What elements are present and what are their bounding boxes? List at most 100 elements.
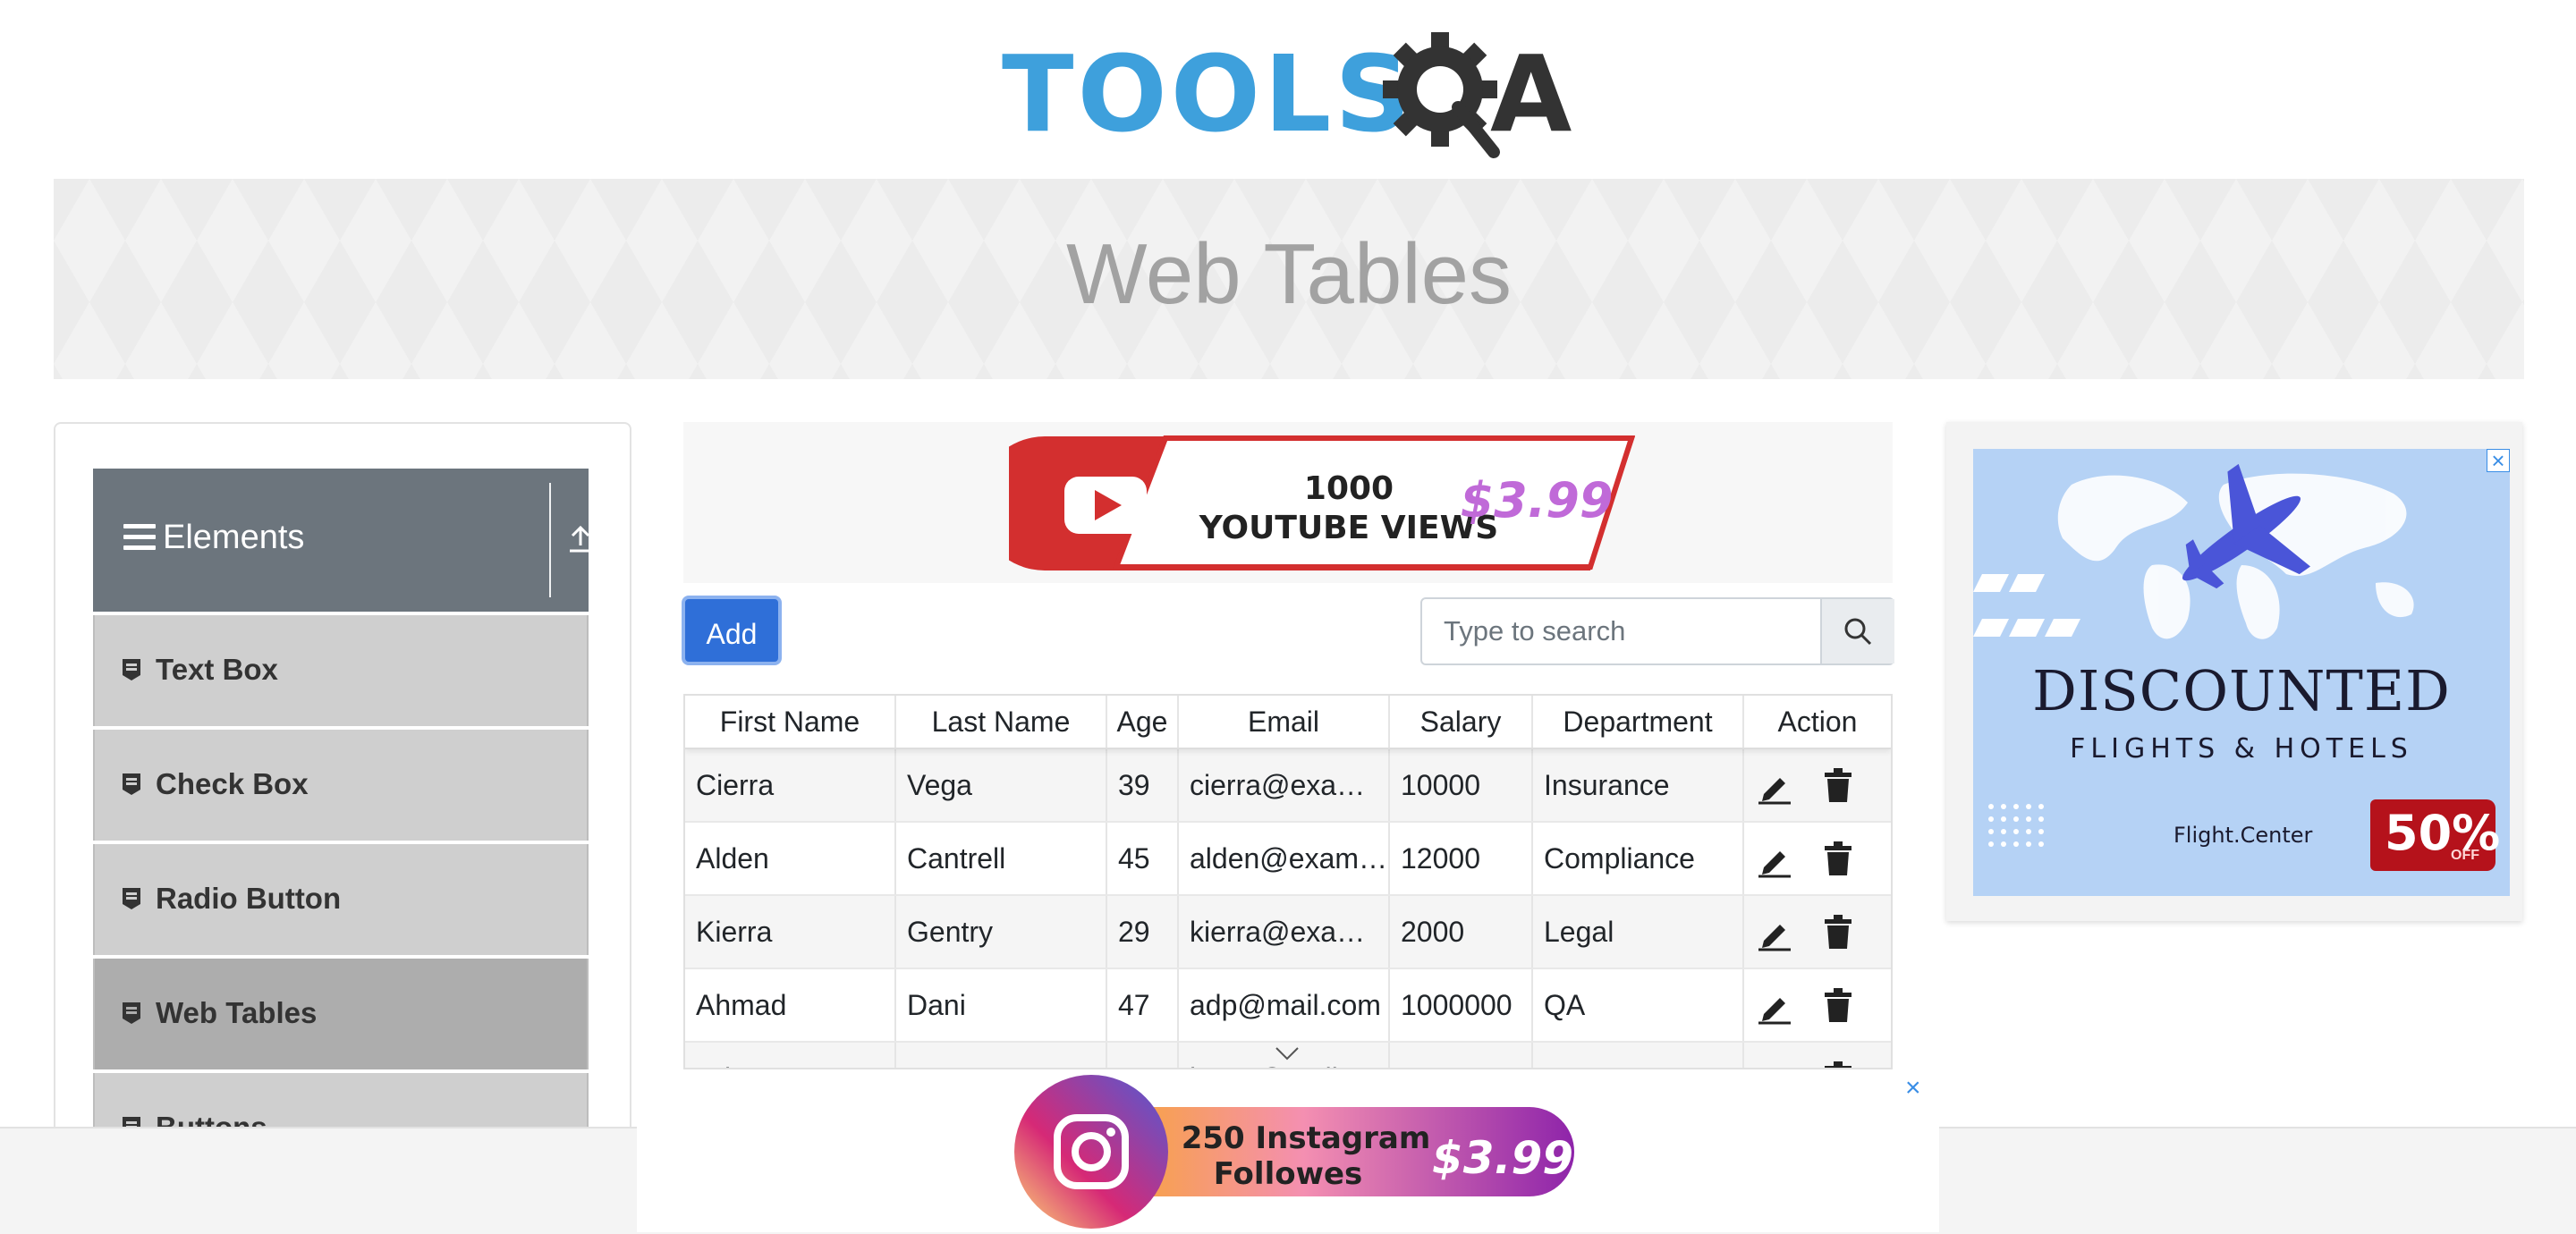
column-header-last-name[interactable]: Last Name	[896, 696, 1107, 748]
column-header-department[interactable]: Department	[1533, 696, 1744, 748]
sidebar-item-web-tables[interactable]: Web Tables	[93, 959, 589, 1069]
cell-last-name: Gentry	[896, 896, 1107, 968]
edit-pencil-icon[interactable]	[1757, 842, 1792, 878]
cell-first-name: Alden	[685, 823, 896, 894]
youtube-views-ad[interactable]: 1000 YOUTUBE VIEWS $3.99	[1009, 427, 1653, 581]
column-header-action[interactable]: Action	[1744, 696, 1891, 748]
cell-age: 29	[1107, 896, 1179, 968]
cell-last-name: Cantrell	[896, 823, 1107, 894]
close-icon[interactable]: ×	[1905, 1073, 1921, 1103]
document-icon	[123, 1002, 140, 1024]
table-row: AldenCantrell45alden@example.com12000Com…	[685, 823, 1891, 896]
sidebar-item-label: Radio Button	[156, 882, 342, 915]
logo-suffix: A	[1490, 32, 1572, 156]
cell-department: Insurance	[1533, 749, 1744, 821]
column-header-age[interactable]: Age	[1107, 696, 1179, 748]
ad-line1: 1000	[1304, 470, 1394, 507]
cell-last-name: Vega	[896, 749, 1107, 821]
cell-department: Legal	[1533, 896, 1744, 968]
delete-trash-icon[interactable]	[1823, 987, 1853, 1023]
cell-action	[1744, 1043, 1891, 1069]
toolsqa-logo[interactable]: TOOLS A	[1002, 25, 1583, 168]
delete-trash-icon[interactable]	[1823, 1061, 1853, 1069]
close-icon[interactable]: ×	[2487, 449, 2510, 472]
edit-pencil-icon[interactable]	[1757, 769, 1792, 805]
logo-text: TOOLS	[1002, 32, 1415, 156]
cell-last-name: Lasso	[896, 1043, 1107, 1068]
sidebar: Elements Text Box Check Box Radio Button…	[54, 422, 631, 1184]
cell-department: Compliance	[1533, 823, 1744, 894]
cell-age: 50	[1107, 1043, 1179, 1068]
search-box	[1420, 597, 1894, 665]
table-row: CierraVega39cierra@example.com10000Insur…	[685, 749, 1891, 823]
search-input[interactable]	[1422, 599, 1816, 663]
cell-age: 39	[1107, 749, 1179, 821]
cell-salary: 1000000	[1390, 969, 1533, 1041]
cell-salary: 2000	[1390, 896, 1533, 968]
ad-price: $3.99	[1432, 1132, 1573, 1184]
edit-pencil-icon[interactable]	[1757, 1062, 1792, 1069]
collapse-upload-icon[interactable]	[567, 522, 594, 554]
sidebar-item-check-box[interactable]: Check Box	[93, 730, 589, 841]
cell-age: 45	[1107, 823, 1179, 894]
delete-trash-icon[interactable]	[1823, 841, 1853, 876]
chevron-down-icon[interactable]	[1274, 1044, 1301, 1062]
cell-first-name: Cierra	[685, 749, 896, 821]
discount-off: OFF	[2451, 848, 2479, 863]
instagram-followers-ad[interactable]: 250 Instagram Followes $3.99	[1011, 1073, 1583, 1230]
sidebar-item-label: Check Box	[156, 767, 309, 800]
column-header-salary[interactable]: Salary	[1390, 696, 1533, 748]
cell-salary: 150000	[1390, 1043, 1533, 1068]
right-ad[interactable]: × DISCOUNTED FLIGHTS & HOTELS Flight.Cen…	[1946, 422, 2522, 921]
add-button[interactable]: Add	[682, 596, 782, 665]
cell-first-name: Kierra	[685, 896, 896, 968]
cell-first-name: Ari	[685, 1043, 896, 1068]
column-header-first-name[interactable]: First Name	[685, 696, 896, 748]
hamburger-icon	[123, 524, 156, 551]
discount-percent: 50%	[2385, 805, 2501, 861]
bottom-ad[interactable]: × 250 Instagram Followes $3.99	[637, 1071, 1939, 1232]
sidebar-item-text-box[interactable]: Text Box	[93, 615, 589, 726]
ad-headline: DISCOUNTED	[2032, 658, 2451, 723]
cell-email: adp@mail.com	[1179, 969, 1390, 1041]
web-table: First Name Last Name Age Email Salary De…	[683, 694, 1893, 1069]
cell-department: Dev	[1533, 1043, 1744, 1068]
top-ad-banner[interactable]: 1000 YOUTUBE VIEWS $3.99	[683, 422, 1893, 583]
ad-price: $3.99	[1461, 472, 1614, 528]
cell-salary: 10000	[1390, 749, 1533, 821]
cell-action	[1744, 896, 1891, 968]
cell-action	[1744, 749, 1891, 821]
discount-tag: 50% OFF	[2370, 799, 2500, 871]
sidebar-item-label: Web Tables	[156, 996, 318, 1029]
sidebar-item-radio-button[interactable]: Radio Button	[93, 844, 589, 955]
ad-line1: 250 Instagram	[1182, 1120, 1431, 1156]
edit-pencil-icon[interactable]	[1757, 916, 1792, 951]
ad-subline: FLIGHTS & HOTELS	[2070, 733, 2413, 765]
sidebar-menu: Text Box Check Box Radio Button Web Tabl…	[93, 615, 589, 1188]
cell-email: cierra@example.com	[1179, 749, 1390, 821]
search-icon	[1844, 618, 1872, 646]
delete-trash-icon[interactable]	[1823, 767, 1853, 803]
divider	[549, 483, 551, 597]
search-button[interactable]	[1820, 599, 1894, 663]
sidebar-group-title: Elements	[163, 519, 305, 556]
cell-first-name: Ahmad	[685, 969, 896, 1041]
sidebar-item-label: Text Box	[156, 653, 278, 686]
edit-pencil-icon[interactable]	[1757, 989, 1792, 1025]
cell-department: QA	[1533, 969, 1744, 1041]
sidebar-group-elements[interactable]: Elements	[93, 469, 591, 612]
document-icon	[123, 888, 140, 909]
cell-email: kierra@example.com	[1179, 896, 1390, 968]
delete-trash-icon[interactable]	[1823, 914, 1853, 950]
cell-action	[1744, 969, 1891, 1041]
column-header-email[interactable]: Email	[1179, 696, 1390, 748]
cell-age: 47	[1107, 969, 1179, 1041]
document-icon	[123, 773, 140, 795]
table-body: CierraVega39cierra@example.com10000Insur…	[685, 749, 1891, 1069]
flight-ad[interactable]: × DISCOUNTED FLIGHTS & HOTELS Flight.Cen…	[1973, 449, 2510, 896]
ad-brand: Flight.Center	[2174, 823, 2313, 848]
table-header: First Name Last Name Age Email Salary De…	[685, 696, 1891, 749]
table-row: Ahmad Dani 47 adp@mail.com 1000000 QA	[685, 969, 1891, 1043]
ad-line2: Followes	[1214, 1156, 1363, 1192]
ad-line2: YOUTUBE VIEWS	[1199, 510, 1498, 546]
